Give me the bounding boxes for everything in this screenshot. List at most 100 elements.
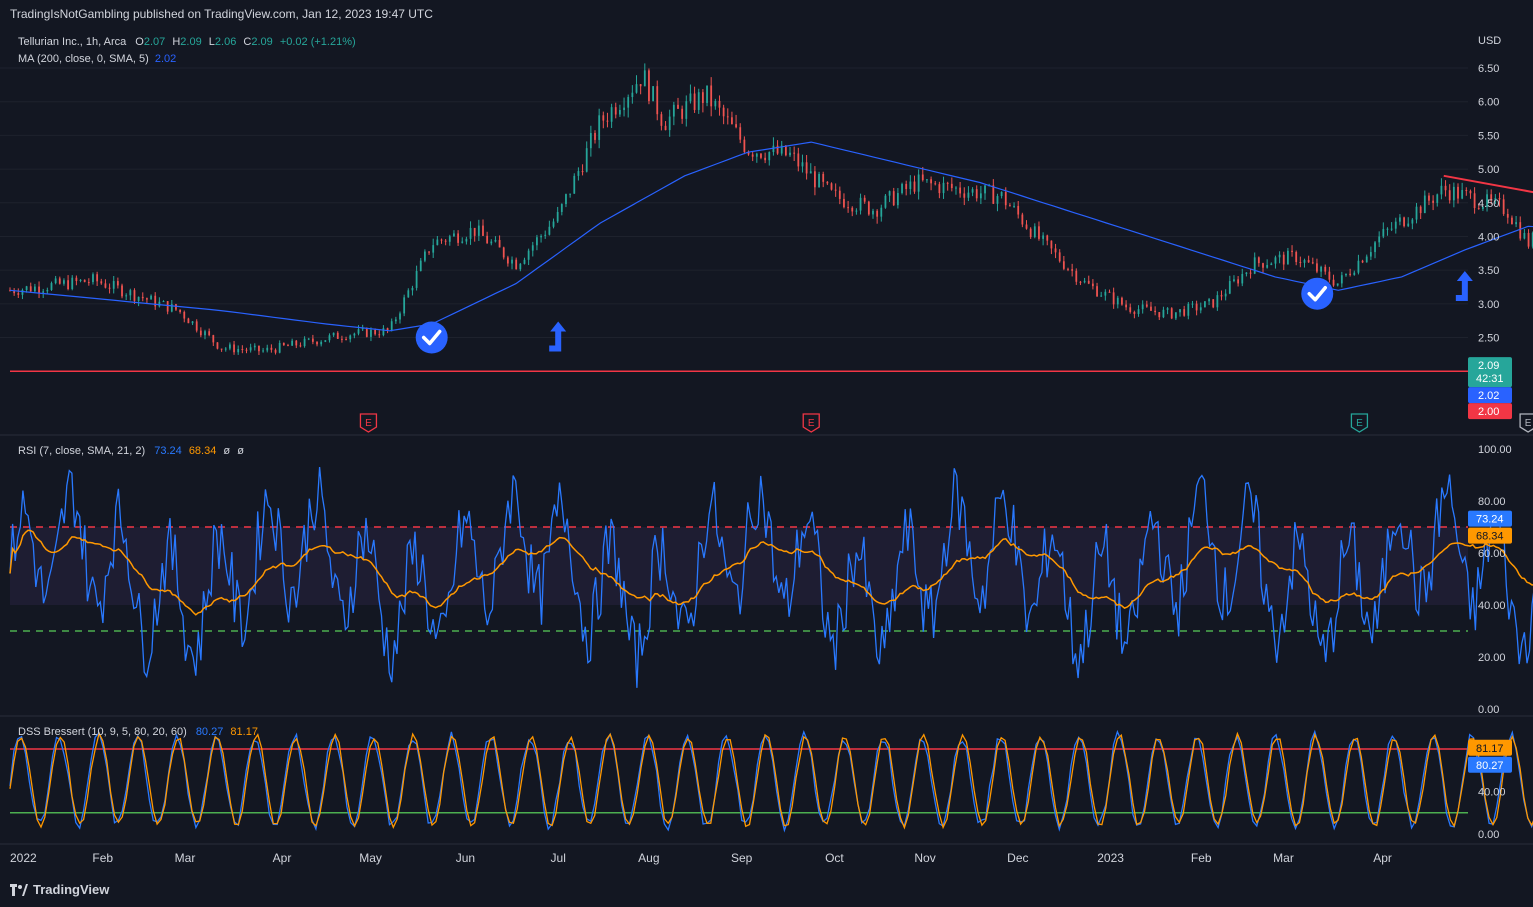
candle-body [1150, 306, 1152, 311]
time-tick-label: May [359, 851, 382, 865]
candle-body [490, 241, 493, 244]
support-price-value: 2.00 [1478, 406, 1499, 418]
dss-legend-value-1: 80.27 [196, 726, 224, 738]
candle-body [843, 198, 845, 208]
candle-body [1457, 186, 1459, 199]
candle-body [365, 328, 368, 337]
tradingview-logo[interactable]: TradingView [10, 882, 109, 897]
candle-body [656, 86, 659, 115]
chart-area[interactable]: EEEEE Tellurian Inc., 1h, Arca O2.07 H2.… [0, 28, 1533, 876]
candle-body [1320, 266, 1322, 272]
close-value: 2.09 [251, 36, 272, 48]
candle-body [17, 293, 20, 295]
rsi-sma-legend-value: 68.34 [189, 445, 217, 457]
candle-body [46, 289, 49, 292]
candle-body [847, 207, 850, 209]
candle-body [390, 321, 393, 331]
candle-body [1013, 205, 1015, 207]
price-axis[interactable]: 6.50 6.00 5.50 5.00 4.50 4.00 3.50 3.00 2.50 [1478, 63, 1499, 345]
candle-body [307, 338, 310, 340]
candle-body [212, 335, 215, 343]
dss-value-1: 80.27 [1476, 760, 1504, 772]
candle-body [1233, 279, 1235, 282]
candle-body [548, 226, 551, 235]
candle-body [1340, 275, 1343, 284]
candle-body [1502, 199, 1505, 214]
candle-body [876, 210, 879, 217]
candle-body [112, 281, 115, 289]
candle-body [1112, 292, 1115, 305]
candle-body [278, 342, 281, 353]
dss-value-2: 81.17 [1476, 743, 1504, 755]
candle-body [755, 153, 758, 157]
time-tick-label: Nov [914, 851, 935, 865]
candle-body [50, 283, 53, 290]
candle-body [482, 225, 484, 236]
candle-body [1465, 189, 1468, 191]
candle-body [29, 286, 32, 292]
candle-body [448, 236, 451, 242]
time-axis[interactable]: 2022 Feb Mar Apr May Jun Jul Aug Sep Oct Nov Dec 202… [10, 851, 1392, 865]
candle-body [1382, 228, 1385, 237]
candle-body [1336, 283, 1339, 286]
candle-body [1038, 226, 1040, 239]
candle-body [859, 197, 862, 211]
candle-body [249, 347, 252, 351]
price-tick-label: 4.00 [1478, 231, 1499, 243]
candle-body [1021, 214, 1024, 225]
candle-body [1278, 254, 1281, 258]
candle-body [1332, 279, 1335, 286]
candle-body [1033, 226, 1036, 238]
candle-body [639, 84, 642, 87]
price-legend: Tellurian Inc., 1h, Arca O2.07 H2.09 L2.… [18, 36, 356, 48]
candle-body [1228, 281, 1231, 294]
candle-body [183, 311, 186, 319]
candle-body [726, 116, 729, 118]
candle-body [1137, 309, 1140, 314]
low-value: 2.06 [215, 36, 236, 48]
candle-body [399, 313, 401, 320]
candle-body [92, 274, 94, 283]
candle-body [1303, 260, 1306, 263]
candle-body [751, 154, 754, 157]
candle-body [635, 84, 638, 93]
time-tick-label: Jul [551, 851, 566, 865]
dss-tick-label: 40.00 [1478, 787, 1506, 799]
dss-axis[interactable]: 40.00 0.00 [1478, 787, 1506, 842]
candle-body [714, 100, 717, 107]
candle-body [349, 335, 352, 340]
candle-body [1253, 257, 1256, 274]
candle-body [1199, 307, 1202, 311]
candle-body [805, 162, 808, 174]
candle-body [581, 171, 584, 173]
candle-body [880, 207, 883, 217]
candle-body [739, 127, 742, 140]
candle-body [938, 184, 941, 194]
time-tick-label: Oct [825, 851, 844, 865]
earnings-icon: E [1519, 413, 1533, 433]
candle-body [855, 210, 858, 212]
publish-info: TradingIsNotGambling published on Tradin… [10, 7, 433, 21]
candle-body [1386, 228, 1389, 230]
candle-body [1515, 222, 1517, 225]
candle-body [1212, 299, 1215, 308]
candle-body [1311, 262, 1314, 264]
candle-body [1473, 193, 1476, 209]
time-tick-label: Apr [1373, 851, 1392, 865]
dss-line-1 [9, 729, 1533, 833]
price-pane[interactable] [0, 28, 1468, 434]
candle-body [743, 139, 746, 152]
candle-body [1469, 190, 1472, 194]
candle-body [287, 345, 289, 347]
currency-label: USD [1478, 35, 1501, 47]
candle-body [1104, 291, 1107, 296]
candle-body [523, 259, 526, 264]
candle-body [473, 227, 476, 236]
candle-body [735, 124, 737, 128]
candle-body [1050, 240, 1053, 249]
rsi-tick-label: 60.00 [1478, 548, 1506, 560]
candle-body [826, 181, 829, 184]
candle-body [706, 85, 708, 103]
candle-body [942, 182, 945, 194]
earnings-label: E [1525, 418, 1532, 429]
